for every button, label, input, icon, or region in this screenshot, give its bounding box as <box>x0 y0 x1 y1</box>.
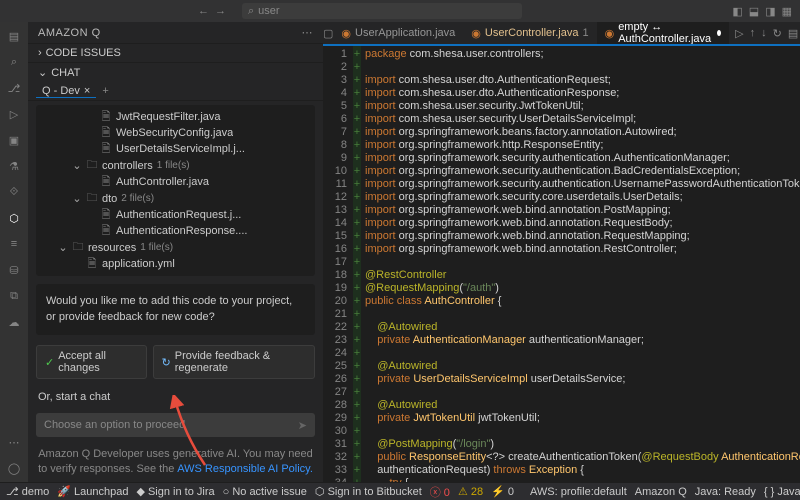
tab-group-icon[interactable]: ▢ <box>323 27 333 40</box>
tree-file[interactable]: 🗎application.yml <box>36 256 315 272</box>
graph-icon[interactable]: ⧉ <box>6 288 22 304</box>
docker-icon[interactable]: ≡ <box>6 236 22 252</box>
status-port[interactable]: ⚡ 0 <box>491 485 514 498</box>
search-icon: ⌕ <box>248 5 254 18</box>
nav-back-icon[interactable]: ← <box>198 5 209 17</box>
assistant-prompt: Would you like me to add this code to yo… <box>36 284 315 335</box>
scm-icon[interactable]: ⎇ <box>6 80 22 96</box>
code-content[interactable]: package com.shesa.user.controllers; impo… <box>361 46 800 482</box>
check-icon: ✓ <box>45 356 54 369</box>
file-icon: 🗎 <box>86 258 98 270</box>
file-icon: 🗎 <box>100 143 112 155</box>
tree-file[interactable]: 🗎JwtRequestFilter.java <box>36 109 315 125</box>
tree-file[interactable]: 🗎WebSecurityConfig.java <box>36 125 315 141</box>
diff-signs: ++++++++++++++++++++++++++++++++++++++++… <box>353 46 361 482</box>
file-tree: 🗎JwtRequestFilter.java🗎WebSecurityConfig… <box>36 105 315 276</box>
editor-tab[interactable]: ◉UserController.java1 <box>463 22 596 44</box>
tree-folder[interactable]: ⌄🗀resources 1 file(s) <box>36 239 315 256</box>
editor-tab[interactable]: ◉empty ↔ AuthController.java <box>597 22 730 44</box>
chat-input[interactable]: Choose an option to proceed ➤ <box>36 413 315 437</box>
layout-right-icon[interactable]: ◨ <box>765 5 775 18</box>
tab-action-0[interactable]: ▷ <box>735 27 743 40</box>
sidebar: AMAZON Q ⋯ › CODE ISSUES ⌄ CHAT Q - Dev … <box>28 22 323 482</box>
status-bar: ⎇ demo 🚀 Launchpad ◆ Sign in to Jira ○ No a… <box>0 482 800 500</box>
java-icon: ◉ <box>471 27 481 40</box>
section-chat[interactable]: ⌄ CHAT <box>28 62 323 82</box>
feedback-button[interactable]: ↻ Provide feedback & regenerate <box>153 345 315 379</box>
layout-left-icon[interactable]: ◧ <box>732 5 742 18</box>
file-icon: 🗎 <box>100 176 112 188</box>
close-icon[interactable]: × <box>84 85 90 97</box>
status-item[interactable]: Java: Ready <box>695 486 756 498</box>
tab-action-1[interactable]: ↑ <box>750 27 756 40</box>
search-value: user <box>258 5 279 17</box>
activity-bar: ▤ ⌕ ⎇ ▷ ▣ ⚗ ⟐ ⬡ ≡ ⛁ ⧉ ☁ ⋯ ◯ <box>0 22 28 482</box>
nav-forward-icon[interactable]: → <box>215 5 226 17</box>
tab-action-4[interactable]: ▤ <box>788 27 798 40</box>
file-icon: 🗎 <box>100 225 112 237</box>
tab-action-3[interactable]: ↻ <box>773 27 782 40</box>
tree-file[interactable]: 🗎AuthController.java <box>36 174 315 190</box>
tree-file[interactable]: 🗎AuthenticationRequest.j... <box>36 207 315 223</box>
section-code-issues[interactable]: › CODE ISSUES <box>28 43 323 62</box>
java-icon: ◉ <box>605 27 615 40</box>
chevron-down-icon: ⌄ <box>38 66 47 79</box>
tree-folder[interactable]: ⌄🗀dto 2 file(s) <box>36 190 315 207</box>
chevron-down-icon: ⌄ <box>58 241 68 254</box>
editor-tab[interactable]: ◉UserApplication.java <box>333 22 463 44</box>
status-item[interactable]: { } Java <box>764 486 800 498</box>
database-icon[interactable]: ⛁ <box>6 262 22 278</box>
status-item[interactable]: Amazon Q <box>635 486 687 498</box>
test-icon[interactable]: ⚗ <box>6 158 22 174</box>
status-warn[interactable]: ⚠ 28 <box>458 485 483 498</box>
chat-tab[interactable]: Q - Dev × <box>36 85 96 97</box>
file-icon: 🗎 <box>100 111 112 123</box>
extensions-icon[interactable]: ▣ <box>6 132 22 148</box>
command-search[interactable]: ⌕ user <box>242 3 522 19</box>
file-icon: 🗎 <box>100 209 112 221</box>
policy-link[interactable]: AWS Responsible AI Policy. <box>177 463 313 475</box>
or-label: Or, start a chat <box>28 385 323 409</box>
status-issue[interactable]: ○ No active issue <box>223 486 307 498</box>
folder-icon: 🗀 <box>86 160 98 172</box>
explorer-icon[interactable]: ▤ <box>6 28 22 44</box>
search-icon[interactable]: ⌕ <box>6 54 22 70</box>
status-bitbucket[interactable]: ⬡ Sign in to Bitbucket <box>315 485 422 498</box>
account-icon[interactable]: ◯ <box>6 460 22 476</box>
layout-grid-icon[interactable]: ▦ <box>782 5 792 18</box>
disclaimer: Amazon Q Developer uses generative AI. Y… <box>28 441 323 482</box>
more-icon[interactable]: ⋯ <box>6 434 22 450</box>
java-icon: ◉ <box>341 27 351 40</box>
amazon-q-icon[interactable]: ⬡ <box>6 210 22 226</box>
add-tab-icon[interactable]: + <box>102 85 108 97</box>
send-icon[interactable]: ➤ <box>298 419 307 432</box>
folder-icon: 🗀 <box>86 193 98 205</box>
chevron-right-icon: › <box>38 47 42 59</box>
accept-all-button[interactable]: ✓ Accept all changes <box>36 345 147 379</box>
file-icon: 🗎 <box>100 127 112 139</box>
sidebar-title: AMAZON Q ⋯ <box>28 22 323 43</box>
line-numbers: 1234567891011121314151617181920212223242… <box>323 46 353 482</box>
refresh-icon: ↻ <box>162 356 171 369</box>
sidebar-more-icon[interactable]: ⋯ <box>302 26 314 39</box>
editor-tabs: ▢ ◉UserApplication.java◉UserController.j… <box>323 22 800 44</box>
status-jira[interactable]: ◆ Sign in to Jira <box>136 485 214 498</box>
tree-file[interactable]: 🗎AuthenticationResponse.... <box>36 223 315 239</box>
cloud-icon[interactable]: ☁ <box>6 314 22 330</box>
status-err[interactable]: ⓧ 0 <box>430 484 450 500</box>
chevron-down-icon: ⌄ <box>72 159 82 172</box>
remote-icon[interactable]: ⟐ <box>6 184 22 200</box>
editor: ▢ ◉UserApplication.java◉UserController.j… <box>323 22 800 482</box>
status-branch[interactable]: ⎇ demo <box>6 485 49 498</box>
modified-dot <box>717 30 721 36</box>
tab-action-2[interactable]: ↓ <box>761 27 767 40</box>
status-item[interactable]: AWS: profile:default <box>530 486 627 498</box>
tree-file[interactable]: 🗎UserDetailsServiceImpl.j... <box>36 141 315 157</box>
layout-bottom-icon[interactable]: ⬓ <box>749 5 759 18</box>
status-rocket[interactable]: 🚀 Launchpad <box>57 485 128 498</box>
debug-icon[interactable]: ▷ <box>6 106 22 122</box>
tree-folder[interactable]: ⌄🗀controllers 1 file(s) <box>36 157 315 174</box>
folder-icon: 🗀 <box>72 242 84 254</box>
chevron-down-icon: ⌄ <box>72 192 82 205</box>
